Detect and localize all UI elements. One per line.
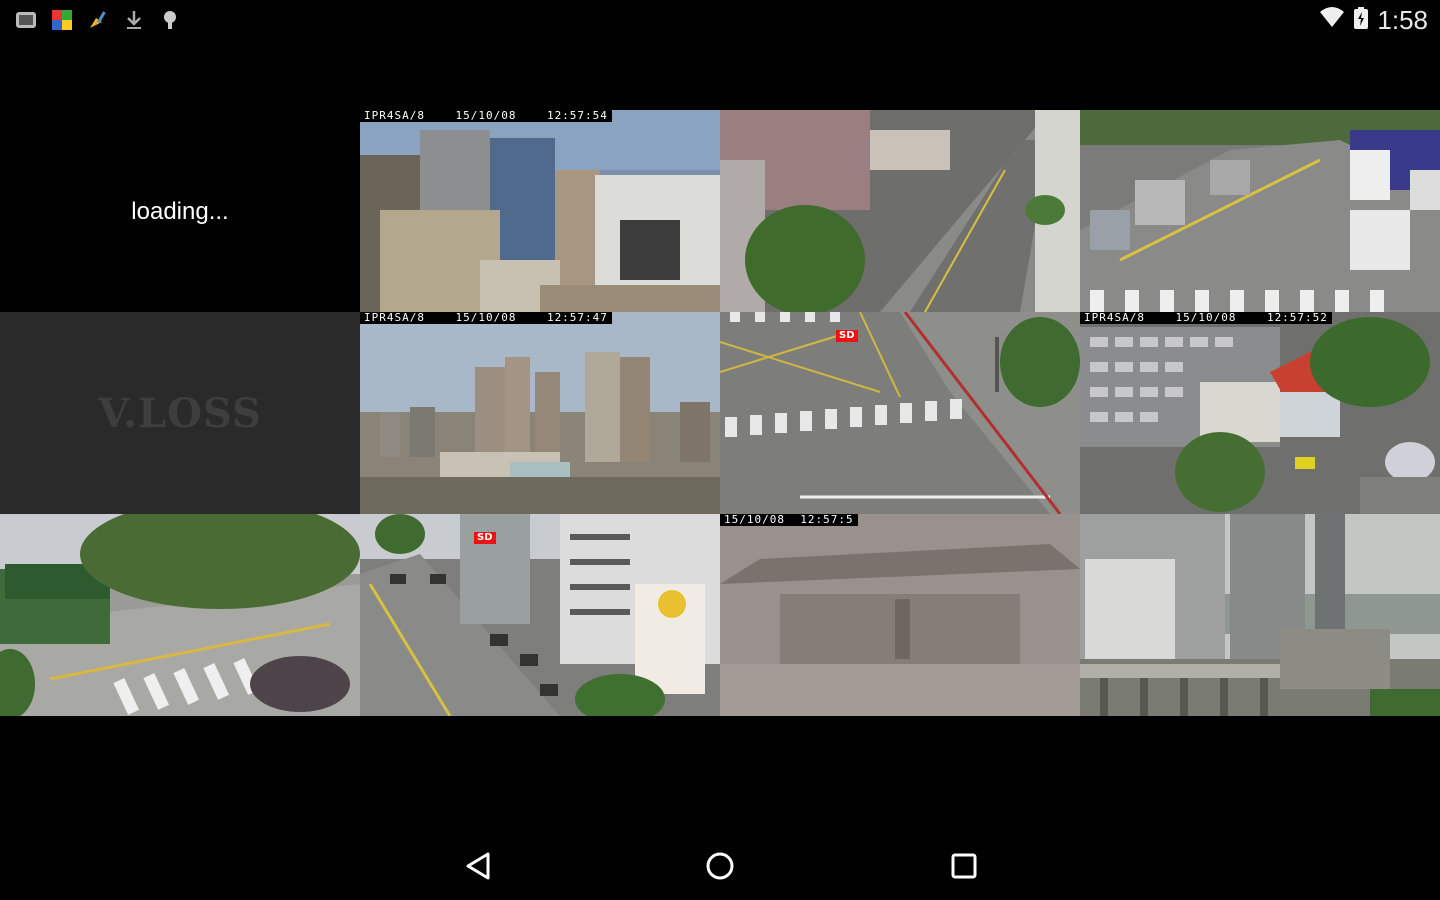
camera-feed-3 <box>720 110 1080 312</box>
camera-osd-11: 15/10/08 12:57:5 <box>720 514 858 526</box>
status-bar: 1:58 <box>0 0 1440 40</box>
camera-tile-1[interactable]: loading... <box>0 110 360 312</box>
sd-badge: SD <box>836 330 858 342</box>
clock: 1:58 <box>1377 4 1428 35</box>
gallery-app-icon <box>14 8 38 32</box>
camera-tile-9[interactable] <box>0 514 360 716</box>
camera-feed-4 <box>1080 110 1440 312</box>
back-icon[interactable] <box>458 846 498 886</box>
sd-badge: SD <box>474 532 496 544</box>
camera-feed-8 <box>1080 312 1440 514</box>
camera-tile-8[interactable]: IPR4SA/8 15/10/08 12:57:52 <box>1080 312 1440 514</box>
recents-icon[interactable] <box>944 846 984 886</box>
camera-tile-7[interactable]: SD <box>720 312 1080 514</box>
camera-tile-6[interactable]: IPR4SA/8 15/10/08 12:57:47 <box>360 312 720 514</box>
loading-label: loading... <box>131 198 229 225</box>
battery-icon <box>1353 6 1369 34</box>
camera-tile-2[interactable]: IPR4SA/8 15/10/08 12:57:54 <box>360 110 720 312</box>
navigation-bar <box>0 830 1440 900</box>
camera-feed-7 <box>720 312 1080 514</box>
camera-tile-3[interactable] <box>720 110 1080 312</box>
camera-feed-9 <box>0 514 360 716</box>
broom-cleaner-icon <box>86 8 110 32</box>
camera-tile-12[interactable] <box>1080 514 1440 716</box>
camera-feed-11 <box>720 514 1080 716</box>
video-loss-label: V.LOSS <box>98 390 262 437</box>
camera-tile-10[interactable]: SD <box>360 514 720 716</box>
wifi-icon <box>1319 6 1345 34</box>
camera-feed-6 <box>360 312 720 514</box>
download-icon <box>122 8 146 32</box>
camera-tile-5[interactable]: V.LOSS <box>0 312 360 514</box>
android-debug-icon <box>158 8 182 32</box>
home-icon[interactable] <box>700 846 740 886</box>
camera-grid: loading... IPR4SA/8 15/10/08 12:57:54 V.… <box>0 110 1440 718</box>
camera-tile-4[interactable] <box>1080 110 1440 312</box>
camera-osd-2: IPR4SA/8 15/10/08 12:57:54 <box>360 110 612 122</box>
status-right: 1:58 <box>1319 4 1428 36</box>
camera-feed-2 <box>360 110 720 312</box>
camera-osd-6: IPR4SA/8 15/10/08 12:57:47 <box>360 312 612 324</box>
colorful-app-icon <box>50 8 74 32</box>
camera-feed-12 <box>1080 514 1440 716</box>
camera-osd-8: IPR4SA/8 15/10/08 12:57:52 <box>1080 312 1332 324</box>
camera-feed-10 <box>360 514 720 716</box>
camera-tile-11[interactable]: 15/10/08 12:57:5 <box>720 514 1080 716</box>
